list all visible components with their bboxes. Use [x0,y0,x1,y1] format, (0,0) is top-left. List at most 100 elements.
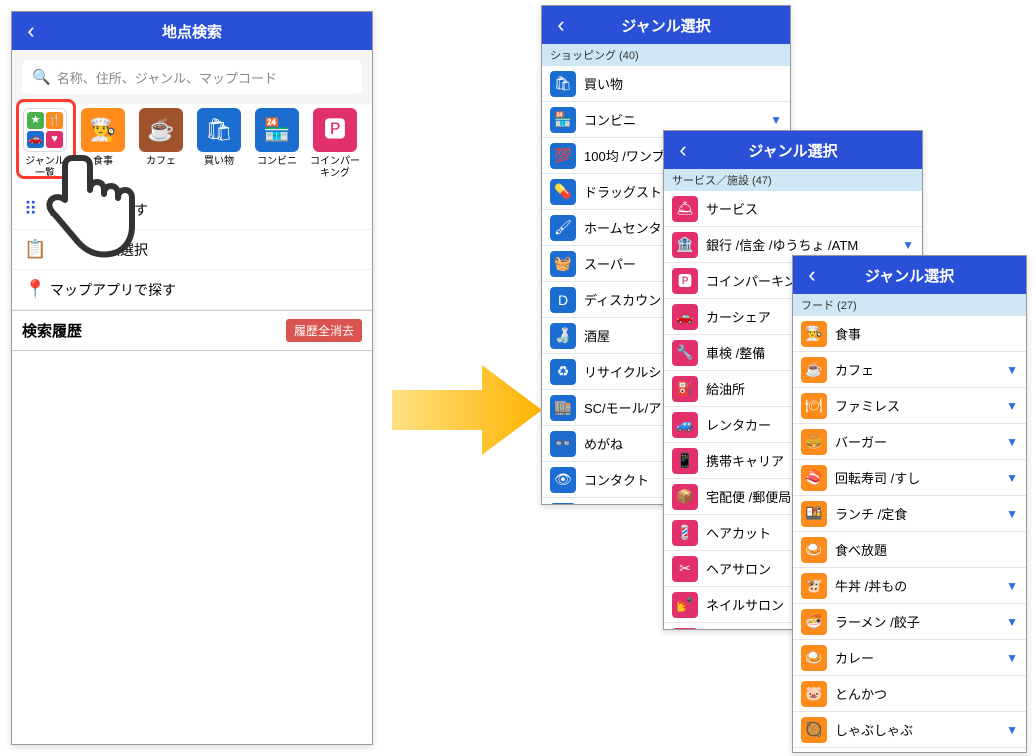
item-label: 食事 [835,324,861,343]
item-label: とんかつ [835,684,887,703]
item-icon: 🚙 [672,412,698,438]
chevron-down-icon[interactable]: ▼ [902,238,914,252]
item-label: コンビニ [584,110,636,129]
item-label: スーパー [584,254,636,273]
item-label: 給油所 [706,379,745,398]
section-label: サービス／施設 (47) [664,169,922,191]
item-icon: 🅿︎ [672,268,698,294]
section-label: フード (27) [793,294,1026,316]
category-tile[interactable]: ★🍴🚗♥ジャンル 一覧 [18,108,72,180]
chevron-down-icon[interactable]: ▼ [1006,579,1018,593]
item-icon: ♻︎ [550,359,576,385]
menu-row[interactable]: ⠿連 で探す [12,190,372,230]
chevron-down-icon[interactable]: ▼ [770,113,782,127]
category-tile[interactable]: 🏪コンビニ [250,108,304,180]
item-label: ディスカウント [584,290,674,309]
category-label: ジャンル 一覧 [25,156,65,180]
chevron-down-icon[interactable]: ▼ [1006,435,1018,449]
item-label: 酒屋 [584,326,610,345]
list-item[interactable]: 🍱ランチ /定食▼ [793,496,1026,532]
list-item[interactable]: 🐮牛丼 /丼もの▼ [793,568,1026,604]
item-label: カレー [835,648,874,667]
item-label: カーシェア [706,307,771,326]
item-icon: ☕ [801,357,827,383]
page-title: 地点検索 [12,21,372,42]
list-item[interactable]: 🛍 買い物 [542,66,790,102]
item-label: 車検 /整備 [706,343,765,362]
menu-icon: 📍 [24,279,50,300]
item-icon: ⛽ [672,376,698,402]
list-item[interactable]: 🍛カレー▼ [793,640,1026,676]
item-label: 買い物 [584,74,623,93]
header: ‹ ジャンル選択 [793,256,1026,294]
item-icon: 🍣 [801,465,827,491]
list-item[interactable]: 🍛食べ放題 [793,532,1026,568]
menu-icon: 📋 [24,239,50,260]
item-icon: 📱 [672,448,698,474]
item-icon: 🛎 [672,196,698,222]
item-label: 回転寿司 /すし [835,468,920,487]
category-icon: 🛍 [197,108,241,152]
item-label: 宅配便 /郵便局 [706,487,791,506]
menu-label: マップアプリで探す [50,280,176,300]
list-item[interactable]: 🍔バーガー▼ [793,424,1026,460]
history-title: 検索履歴 [22,320,82,341]
category-icon: 👨‍🍳 [81,108,125,152]
chevron-down-icon[interactable]: ▼ [1006,363,1018,377]
phone-genre-food: ‹ ジャンル選択 フード (27) 👨‍🍳食事☕カフェ▼🍽ファミレス▼🍔バーガー… [792,255,1027,753]
item-label: ヘアサロン [706,559,771,578]
item-label: ランチ /定食 [835,504,907,523]
list-item[interactable]: 🐷とんかつ [793,676,1026,712]
list-item[interactable]: 🍜ラーメン /餃子▼ [793,604,1026,640]
list-item[interactable]: 🍣 回転寿司 /すし ▼ [793,460,1026,496]
item-icon: 🥘 [801,717,827,743]
item-icon: 🔧 [672,340,698,366]
search-placeholder: 名称、住所、ジャンル、マップコード [57,68,277,87]
category-label: コインパーキング [308,156,362,180]
item-label: 携帯キャリア [706,451,784,470]
item-icon: 🏬 [550,395,576,421]
search-input[interactable]: 🔍 名称、住所、ジャンル、マップコード [22,60,362,94]
chevron-down-icon[interactable]: ▼ [1006,399,1018,413]
category-tile[interactable]: 👨‍🍳 食事 [76,108,130,180]
item-icon: 🛍 [550,71,576,97]
category-icon: 🏪 [255,108,299,152]
menu-row[interactable]: 📋 点選択 [12,230,372,270]
menu-label: 点選択 [50,240,148,260]
item-icon: 💊 [550,179,576,205]
list-item[interactable]: 🛎サービス [664,191,922,227]
back-button[interactable]: ‹ [793,256,831,294]
menu-label: 連 で探す [50,200,148,220]
item-icon: 👓 [550,431,576,457]
chevron-down-icon[interactable]: ▼ [1006,723,1018,737]
back-button[interactable]: ‹ [664,131,702,169]
category-label: 買い物 [204,156,234,168]
category-tile[interactable]: 🅿︎コインパーキング [308,108,362,180]
list-item[interactable]: 👨‍🍳食事 [793,316,1026,352]
category-scroller[interactable]: ★🍴🚗♥ジャンル 一覧👨‍🍳 食事 ☕カフェ🛍 買い物 🏪コンビニ🅿︎コインパーキング [12,104,372,190]
clear-history-button[interactable]: 履歴全消去 [286,319,362,342]
item-icon: 📦 [672,484,698,510]
list-item[interactable]: ☕カフェ▼ [793,352,1026,388]
item-icon: 🖌 [550,215,576,241]
category-tile[interactable]: ☕カフェ [134,108,188,180]
item-icon: 🏦 [672,232,698,258]
item-icon: 🚗 [672,304,698,330]
chevron-down-icon[interactable]: ▼ [1006,471,1018,485]
item-label: コンタクト [584,470,649,489]
category-label: 食事 [93,156,113,168]
chevron-down-icon[interactable]: ▼ [1006,651,1018,665]
chevron-down-icon[interactable]: ▼ [1006,507,1018,521]
list-item[interactable]: 🍽ファミレス▼ [793,388,1026,424]
category-tile[interactable]: 🛍 買い物 [192,108,246,180]
item-icon: 🍶 [550,323,576,349]
item-icon: 💅 [672,592,698,618]
back-button[interactable]: ‹ [12,12,50,50]
list-item[interactable]: 🥘しゃぶしゃぶ▼ [793,712,1026,748]
list-item[interactable]: 🐡ふぐ [793,748,1026,752]
item-list[interactable]: 👨‍🍳食事☕カフェ▼🍽ファミレス▼🍔バーガー▼🍣回転寿司 /すし▼🍱ランチ /定… [793,316,1026,752]
header: ‹ ジャンル選択 [542,6,790,44]
chevron-down-icon[interactable]: ▼ [1006,615,1018,629]
menu-row[interactable]: 📍マップアプリで探す [12,270,372,310]
back-button[interactable]: ‹ [542,6,580,44]
